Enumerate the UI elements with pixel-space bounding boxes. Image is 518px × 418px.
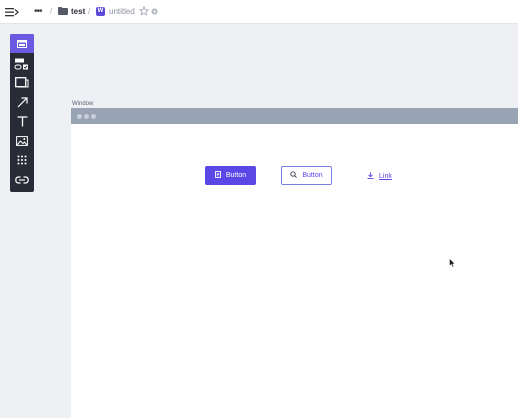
star-icon[interactable]: [138, 5, 150, 16]
secondary-button-label: Button: [302, 172, 323, 179]
breadcrumb-file[interactable]: untitled: [109, 5, 135, 19]
window-tool[interactable]: [10, 34, 34, 53]
arrow-tool[interactable]: [10, 93, 34, 112]
primary-button[interactable]: Button: [205, 166, 256, 185]
grid-icon: [17, 155, 27, 165]
search-icon: [290, 171, 298, 180]
mouse-cursor-icon: [449, 255, 456, 268]
text-icon: [17, 116, 28, 127]
secondary-button[interactable]: Button: [281, 166, 332, 185]
window-body[interactable]: Button Button Link: [71, 124, 518, 418]
window-icon: [17, 39, 27, 48]
arrow-icon: [17, 97, 28, 108]
form-tool[interactable]: [10, 54, 34, 73]
window-frame-label: Window: [72, 101, 94, 107]
download-icon: [367, 171, 374, 181]
breadcrumb-separator: /: [50, 7, 53, 16]
window-titlebar[interactable]: [71, 108, 518, 124]
window-control-dot: [91, 114, 96, 119]
window-control-dot: [77, 114, 82, 119]
box-icon: [15, 77, 29, 88]
breadcrumb-separator: /: [88, 7, 91, 16]
grid-tool[interactable]: [10, 150, 34, 169]
container-tool[interactable]: [10, 73, 34, 92]
link-tool[interactable]: [10, 170, 34, 189]
tool-palette: [10, 34, 34, 192]
document-icon: [214, 171, 221, 180]
window-control-dot: [84, 114, 89, 119]
file-type-badge: W: [96, 7, 105, 16]
sidebar-toggle-icon[interactable]: [5, 6, 19, 18]
link-button[interactable]: Link: [367, 169, 392, 183]
folder-icon: [58, 7, 68, 15]
form-icon: [14, 58, 30, 70]
more-menu-button[interactable]: •••: [34, 5, 46, 19]
top-bar: ••• / test / W untitled: [0, 0, 518, 24]
link-icon: [15, 175, 29, 184]
image-tool[interactable]: [10, 131, 34, 150]
link-button-label: Link: [379, 172, 392, 180]
settings-icon[interactable]: [151, 8, 158, 15]
breadcrumb-folder[interactable]: test: [71, 5, 85, 19]
text-tool[interactable]: [10, 112, 34, 131]
primary-button-label: Button: [225, 172, 247, 179]
image-icon: [16, 135, 28, 146]
